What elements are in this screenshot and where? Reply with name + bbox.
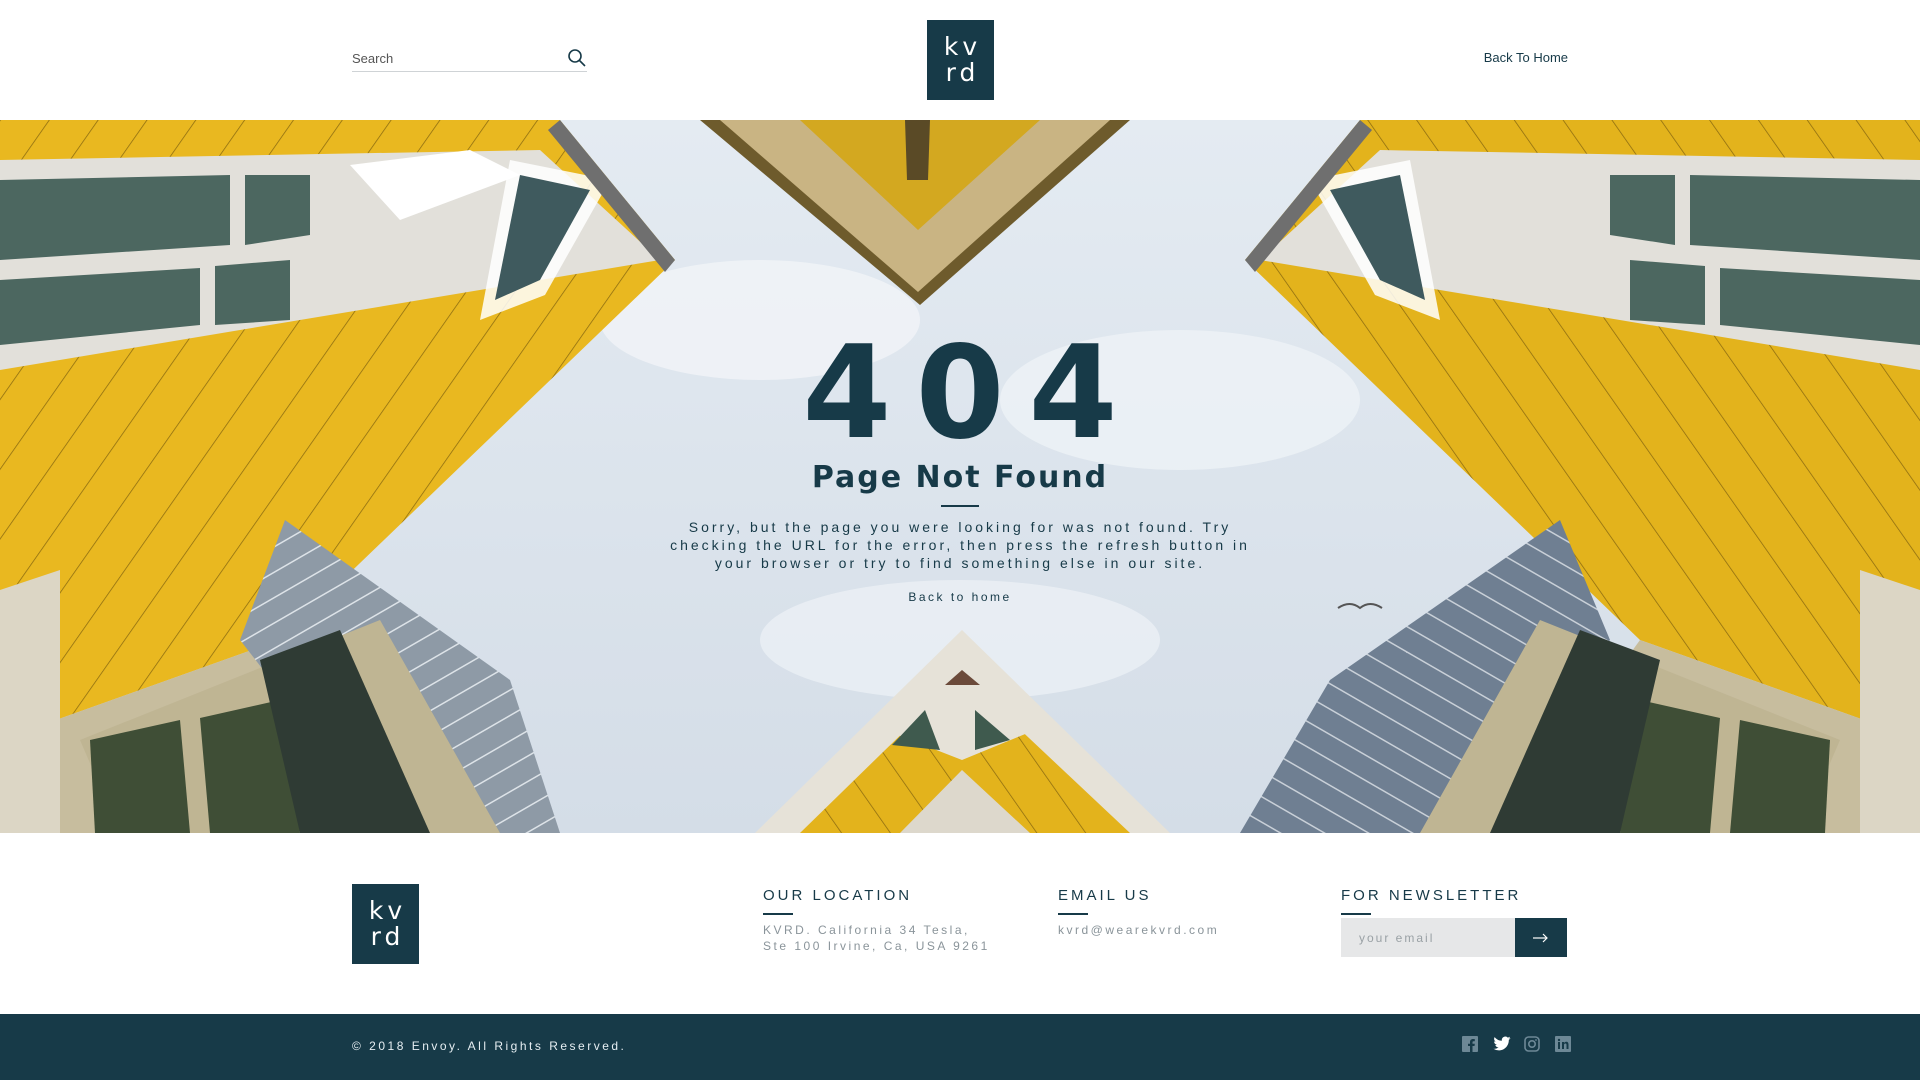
hero-section: 404 Page Not Found Sorry, but the page y… — [0, 120, 1920, 833]
newsletter-email-input[interactable] — [1341, 918, 1515, 957]
site-footer: kv rd OUR LOCATION KVRD. California 34 T… — [0, 833, 1920, 1014]
error-content: 404 Page Not Found Sorry, but the page y… — [0, 120, 1920, 833]
facebook-icon[interactable] — [1462, 1036, 1478, 1052]
error-code: 404 — [802, 319, 1142, 468]
newsletter-form — [1341, 918, 1567, 957]
email-address[interactable]: kvrd@wearekvrd.com — [1058, 922, 1219, 938]
email-heading-divider — [1058, 913, 1088, 915]
twitter-icon[interactable] — [1493, 1036, 1511, 1052]
newsletter-heading-divider — [1341, 913, 1371, 915]
header-logo[interactable]: kv rd — [927, 20, 994, 100]
logo-text-bottom: rd — [945, 58, 980, 87]
copyright-text: © 2018 Envoy. All Rights Reserved. — [352, 1039, 627, 1053]
email-heading: EMAIL US — [1058, 887, 1152, 904]
newsletter-column: FOR NEWSLETTER — [1341, 887, 1571, 957]
linkedin-icon[interactable] — [1555, 1036, 1571, 1052]
email-column: EMAIL US kvrd@wearekvrd.com — [1058, 887, 1219, 938]
footer-logo-text-top: kv — [368, 896, 407, 925]
location-address: KVRD. California 34 Tesla, Ste 100 Irvin… — [763, 922, 990, 954]
page-title: Page Not Found — [811, 460, 1109, 495]
search-input[interactable] — [352, 51, 557, 66]
location-column: OUR LOCATION KVRD. California 34 Tesla, … — [763, 887, 990, 954]
social-links — [1462, 1036, 1571, 1052]
location-heading-divider — [763, 913, 793, 915]
location-heading: OUR LOCATION — [763, 887, 913, 904]
error-message: Sorry, but the page you were looking for… — [670, 519, 1250, 571]
bottom-bar: © 2018 Envoy. All Rights Reserved. — [0, 1014, 1920, 1080]
footer-logo[interactable]: kv rd — [352, 884, 419, 964]
address-line-1: KVRD. California 34 Tesla, — [763, 923, 970, 937]
newsletter-heading: FOR NEWSLETTER — [1341, 887, 1522, 904]
address-line-2: Ste 100 Irvine, Ca, USA 9261 — [763, 939, 990, 953]
site-header: kv rd Back To Home — [0, 0, 1920, 120]
back-to-home-button[interactable]: Back to home — [860, 590, 1060, 604]
back-to-home-link[interactable]: Back To Home — [1440, 50, 1568, 65]
arrow-right-icon — [1533, 933, 1548, 942]
search-icon[interactable] — [567, 48, 587, 68]
logo-text-top: kv — [943, 32, 982, 61]
instagram-icon[interactable] — [1524, 1036, 1540, 1052]
footer-logo-text-bottom: rd — [370, 922, 405, 951]
search-bar — [352, 46, 587, 72]
title-divider — [941, 505, 979, 507]
newsletter-submit-button[interactable] — [1515, 918, 1567, 957]
